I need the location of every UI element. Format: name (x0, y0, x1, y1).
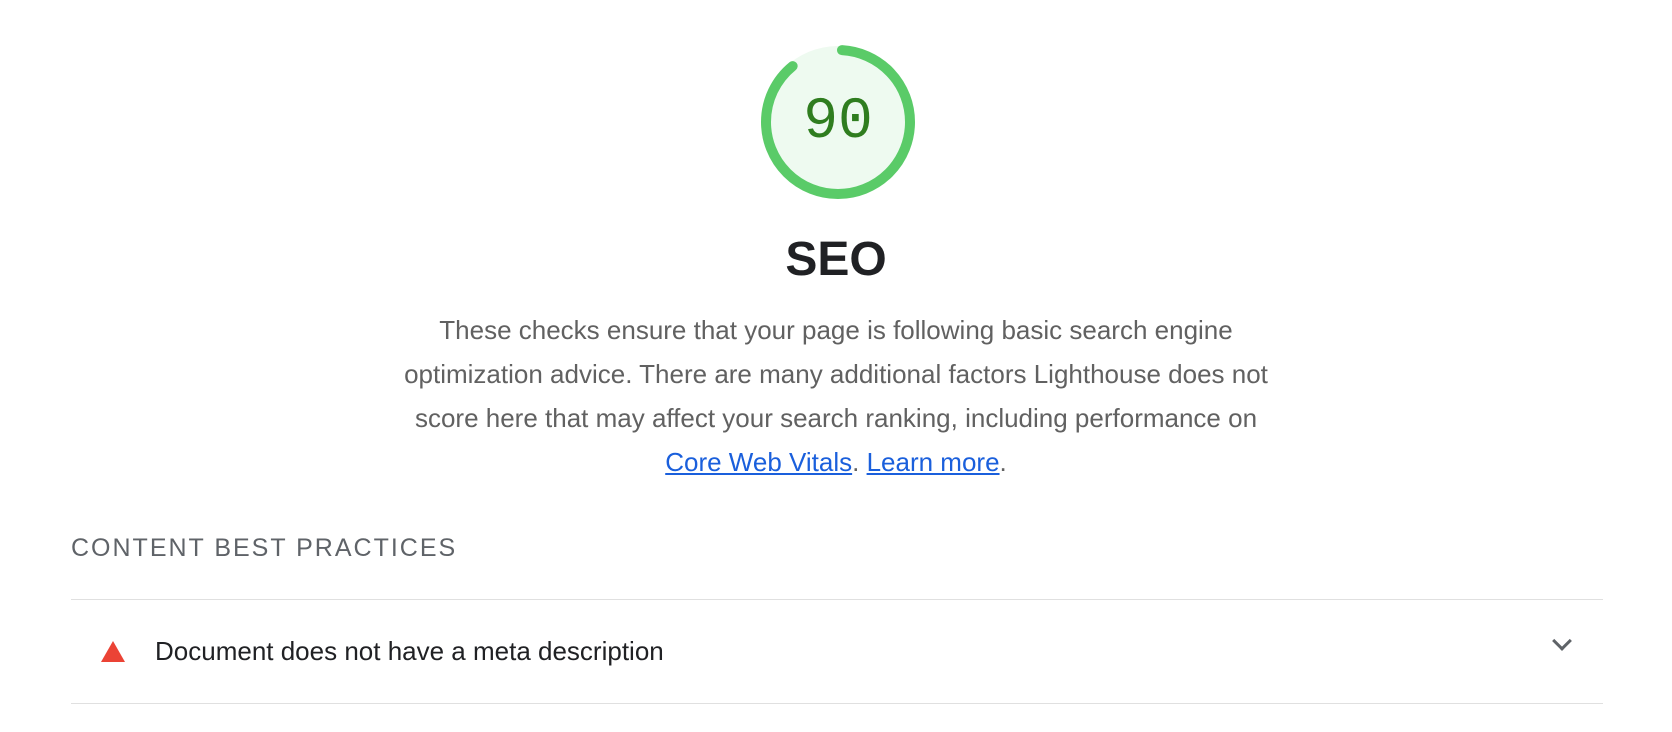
category-description: These checks ensure that your page is fo… (386, 308, 1286, 484)
audit-title: Document does not have a meta descriptio… (155, 635, 664, 666)
divider (71, 703, 1603, 704)
group-title: CONTENT BEST PRACTICES (71, 534, 458, 562)
triangle-warning-icon (101, 640, 125, 662)
score-gauge[interactable]: 90 (758, 42, 918, 202)
audit-row-meta-description[interactable]: Document does not have a meta descriptio… (71, 600, 1603, 702)
description-separator: . (852, 447, 867, 477)
core-web-vitals-link[interactable]: Core Web Vitals (665, 447, 852, 477)
description-end: . (999, 447, 1007, 477)
category-title: SEO (785, 233, 887, 286)
learn-more-link[interactable]: Learn more (867, 447, 1000, 477)
score-value: 90 (803, 89, 873, 155)
chevron-down-icon[interactable] (1552, 631, 1572, 651)
description-text: These checks ensure that your page is fo… (404, 315, 1268, 433)
